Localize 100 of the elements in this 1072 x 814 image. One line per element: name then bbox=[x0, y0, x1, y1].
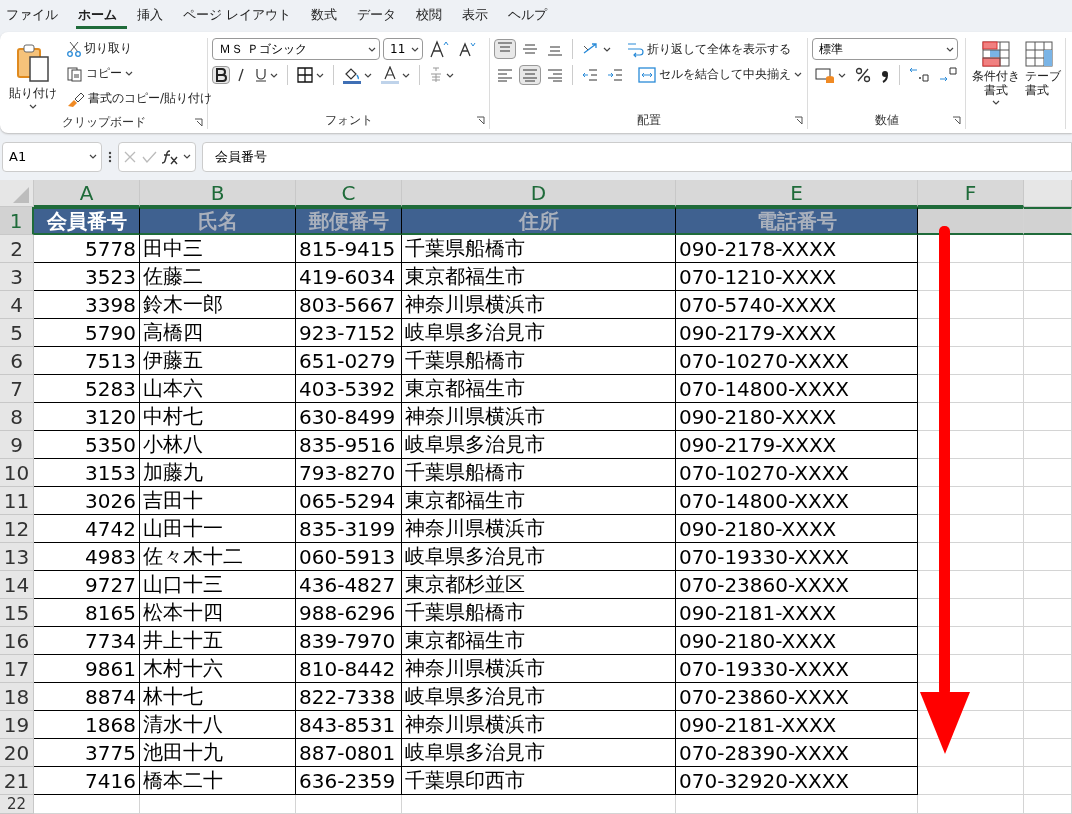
row-header[interactable]: 20 bbox=[0, 739, 34, 767]
row-header[interactable]: 22 bbox=[0, 795, 34, 814]
table-cell: 5350 bbox=[34, 431, 140, 459]
shrink-font-icon bbox=[458, 41, 476, 57]
table-cell: 岐阜県多治見市 bbox=[402, 431, 676, 459]
format-painter-button[interactable]: 書式のコピー/貼り付け bbox=[64, 88, 216, 109]
table-cell: 835-9516 bbox=[296, 431, 402, 459]
row-header[interactable]: 9 bbox=[0, 431, 34, 459]
column-header[interactable]: C bbox=[296, 180, 402, 207]
font-name-dropdown[interactable]: ＭＳ Ｐゴシック bbox=[212, 38, 380, 60]
font-size-dropdown[interactable]: 11 bbox=[383, 38, 423, 60]
paste-button[interactable]: 貼り付け bbox=[4, 38, 62, 114]
number-format-dropdown[interactable]: 標準 bbox=[812, 38, 958, 60]
row-header[interactable]: 6 bbox=[0, 347, 34, 375]
table-cell: 070-14800-XXXX bbox=[676, 487, 918, 515]
empty-cell bbox=[1024, 711, 1072, 739]
row-header[interactable]: 12 bbox=[0, 515, 34, 543]
row-header[interactable]: 5 bbox=[0, 319, 34, 347]
row-header[interactable]: 10 bbox=[0, 459, 34, 487]
caret-icon bbox=[446, 72, 454, 78]
table-cell: 3398 bbox=[34, 291, 140, 319]
column-header[interactable]: A bbox=[34, 180, 140, 207]
table-cell: 090-2181-XXXX bbox=[676, 711, 918, 739]
menu-tab[interactable]: 数式 bbox=[309, 3, 348, 29]
menu-tab[interactable]: ページ レイアウト bbox=[181, 3, 302, 29]
row-header[interactable]: 13 bbox=[0, 543, 34, 571]
table-cell: 神奈川県横浜市 bbox=[402, 515, 676, 543]
row-header[interactable]: 1 bbox=[0, 207, 34, 235]
caret-icon bbox=[794, 72, 802, 77]
group-label: クリップボード bbox=[61, 114, 146, 131]
empty-cell bbox=[1024, 515, 1072, 543]
table-cell: 5778 bbox=[34, 235, 140, 263]
table-cell: 1868 bbox=[34, 711, 140, 739]
empty-cell bbox=[1024, 599, 1072, 627]
table-cell: 千葉県船橋市 bbox=[402, 347, 676, 375]
format-as-table-button[interactable]: テーブ 書式 bbox=[1024, 38, 1062, 129]
formula-input[interactable]: 会員番号 bbox=[202, 141, 1072, 172]
column-header[interactable]: F bbox=[918, 180, 1024, 207]
bold-button[interactable] bbox=[212, 66, 230, 84]
row-header[interactable]: 14 bbox=[0, 571, 34, 599]
row-header[interactable]: 15 bbox=[0, 599, 34, 627]
table-cell: 090-2178-XXXX bbox=[676, 235, 918, 263]
align-center-button[interactable] bbox=[519, 64, 541, 85]
borders-icon bbox=[297, 67, 313, 83]
italic-icon bbox=[236, 68, 246, 82]
table-cell: 3026 bbox=[34, 487, 140, 515]
cancel-icon bbox=[123, 149, 137, 164]
table-cell: 3523 bbox=[34, 263, 140, 291]
table-cell: 山田十一 bbox=[140, 515, 296, 543]
table-cell: 090-2180-XXXX bbox=[676, 515, 918, 543]
column-header[interactable]: E bbox=[676, 180, 918, 207]
bold-icon bbox=[215, 68, 227, 82]
caret-icon bbox=[270, 72, 278, 78]
merge-center-button[interactable]: セルを結合して中央揃え bbox=[635, 64, 805, 85]
row-header[interactable]: 17 bbox=[0, 655, 34, 683]
row-header[interactable]: 3 bbox=[0, 263, 34, 291]
table-cell: 鈴木一郎 bbox=[140, 291, 296, 319]
menu-tab[interactable]: 挿入 bbox=[135, 3, 173, 29]
table-cell: 岐阜県多治見市 bbox=[402, 739, 676, 767]
table-cell: 090-2179-XXXX bbox=[676, 431, 918, 459]
conditional-format-icon bbox=[982, 41, 1010, 67]
table-cell: 神奈川県横浜市 bbox=[402, 403, 676, 431]
column-header[interactable]: D bbox=[402, 180, 676, 207]
menu-tab[interactable]: データ bbox=[355, 3, 407, 29]
menu-tab[interactable]: 表示 bbox=[460, 3, 499, 29]
select-all-corner-icon bbox=[13, 187, 29, 203]
caret-icon bbox=[411, 46, 419, 52]
table-cell: 東京都福生市 bbox=[402, 375, 676, 403]
row-header[interactable]: 11 bbox=[0, 487, 34, 515]
menu-tab[interactable]: ホーム bbox=[76, 3, 127, 29]
table-cell: 氏名 bbox=[140, 207, 296, 235]
row-header[interactable]: 7 bbox=[0, 375, 34, 403]
decrease-indent-icon bbox=[582, 66, 598, 83]
table-cell: 636-2359 bbox=[296, 767, 402, 795]
column-header[interactable]: B bbox=[140, 180, 296, 207]
caret-icon bbox=[125, 71, 133, 76]
table-icon bbox=[1025, 41, 1053, 67]
conditional-formatting-button[interactable]: 条件付き書式 bbox=[970, 38, 1022, 129]
table-cell: 7416 bbox=[34, 767, 140, 795]
menu-tab[interactable]: ヘルプ bbox=[506, 3, 558, 29]
caret-icon bbox=[183, 154, 191, 159]
row-header[interactable]: 2 bbox=[0, 235, 34, 263]
row-header[interactable]: 18 bbox=[0, 683, 34, 711]
top-align-button[interactable] bbox=[494, 39, 516, 59]
table-cell: 会員番号 bbox=[34, 207, 140, 235]
table-cell: 神奈川県横浜市 bbox=[402, 655, 676, 683]
wrap-text-button[interactable]: 折り返して全体を表示する bbox=[623, 38, 794, 60]
menu-tab[interactable]: ファイル bbox=[4, 3, 68, 29]
menu-tab[interactable]: 校閲 bbox=[414, 3, 453, 29]
empty-cell bbox=[1024, 431, 1072, 459]
row-header[interactable]: 16 bbox=[0, 627, 34, 655]
row-header[interactable]: 19 bbox=[0, 711, 34, 739]
caret-icon bbox=[368, 46, 376, 52]
name-box[interactable]: A1 bbox=[2, 141, 102, 172]
group-label: フォント bbox=[324, 112, 373, 129]
row-header[interactable]: 21 bbox=[0, 767, 34, 795]
row-header[interactable]: 8 bbox=[0, 403, 34, 431]
align-center-icon bbox=[522, 66, 538, 83]
row-header[interactable]: 4 bbox=[0, 291, 34, 319]
table-cell: 070-19330-XXXX bbox=[676, 543, 918, 571]
